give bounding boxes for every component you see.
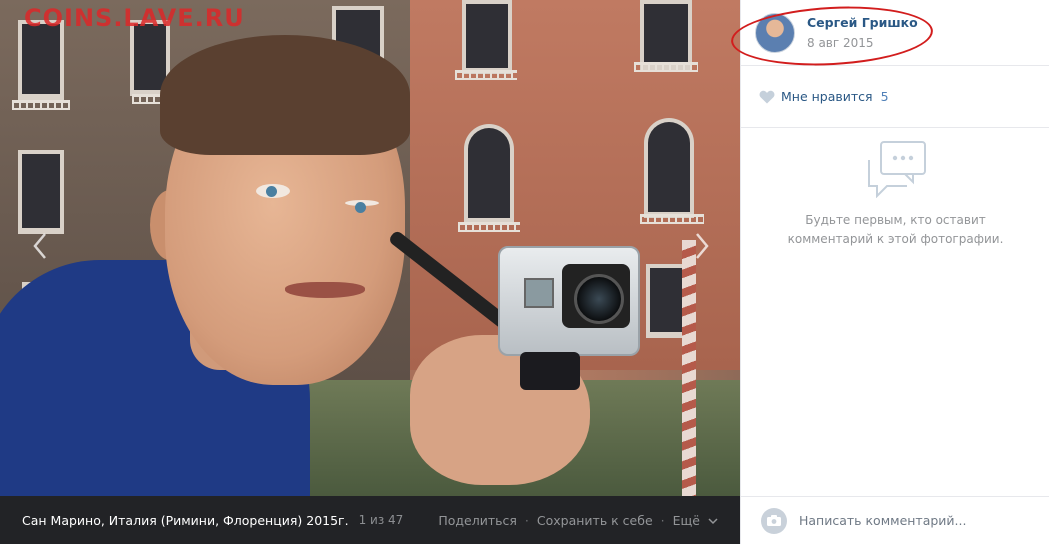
chevron-right-icon: [696, 233, 709, 259]
heart-icon[interactable]: [759, 90, 775, 104]
photo-viewer[interactable]: COINS.LAVE.RU: [0, 0, 740, 496]
chevron-left-icon: [33, 233, 46, 259]
photo-person-eye: [256, 184, 290, 198]
photo-balcony: [634, 62, 698, 72]
like-count[interactable]: 5: [881, 89, 889, 104]
more-label: Ещё: [672, 512, 701, 528]
photo-window: [464, 124, 514, 224]
comments-empty-state: Будьте первым, кто оставит комментарий к…: [741, 140, 1049, 249]
previous-photo-button[interactable]: [28, 232, 52, 264]
photo-action-camera: [498, 246, 640, 356]
photo-window: [640, 0, 692, 70]
red-highlight-circle: [729, 1, 935, 71]
empty-comments-line-2: комментарий к этой фотографии.: [787, 232, 1004, 246]
empty-comments-line-1: Будьте первым, кто оставит: [805, 213, 986, 227]
photo-balcony: [458, 222, 520, 232]
separator: ·: [524, 512, 529, 528]
photo-balcony: [640, 214, 704, 224]
save-to-self-button[interactable]: Сохранить к себе: [537, 513, 653, 528]
photo-person-mouth: [285, 282, 365, 298]
photo-window: [644, 118, 694, 218]
empty-comments-text: Будьте первым, кто оставит комментарий к…: [741, 211, 1049, 249]
photo-window: [462, 0, 512, 74]
chevron-down-icon: [708, 517, 718, 524]
watermark: COINS.LAVE.RU: [24, 4, 245, 32]
photo-balcony: [455, 70, 517, 80]
camera-icon[interactable]: [761, 507, 787, 534]
separator: ·: [660, 512, 665, 528]
photo-window: [18, 20, 64, 100]
photo-balcony: [12, 100, 70, 110]
photo-person-eye-closed: [345, 200, 379, 213]
photo-bottom-bar: Сан Марино, Италия (Римини, Флоренция) 2…: [0, 496, 740, 544]
photo-counter: 1 из 47: [358, 513, 404, 527]
likes-row[interactable]: Мне нравится 5: [741, 66, 1049, 128]
photo-person-hair: [160, 35, 410, 155]
comment-composer: [741, 496, 1049, 544]
photo-actions: Поделиться · Сохранить к себе · Ещё: [438, 513, 718, 528]
next-photo-button[interactable]: [690, 232, 714, 264]
photo-window: [18, 150, 64, 234]
share-button[interactable]: Поделиться: [438, 513, 517, 528]
photo-camera-screen: [524, 278, 554, 308]
comment-input[interactable]: [799, 513, 1039, 528]
comments-bubble-icon: [867, 141, 926, 198]
more-button[interactable]: Ещё: [673, 513, 718, 528]
photo-camera-lens: [562, 264, 630, 328]
author-block: Сергей Гришко 8 авг 2015: [729, 0, 1049, 71]
photo-mooring-pole: [682, 240, 696, 496]
like-label[interactable]: Мне нравится: [781, 89, 873, 104]
album-title-link[interactable]: Сан Марино, Италия (Римини, Флоренция) 2…: [22, 513, 349, 528]
photo-camera-mount: [520, 352, 580, 390]
photo-side-panel: Сергей Гришко 8 авг 2015 Мне нравится 5 …: [729, 0, 1049, 544]
camera-glyph-icon: [767, 515, 781, 526]
